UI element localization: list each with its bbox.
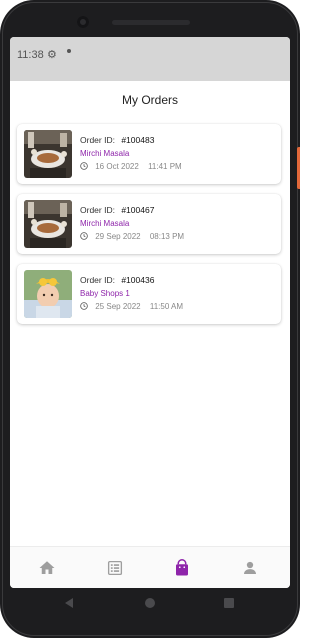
- phone-frame: 11:38 ⚙ My Orders Order ID: #100483 Mirc…: [0, 0, 300, 638]
- clock-icon: [80, 162, 88, 170]
- page-title: My Orders: [121, 93, 178, 107]
- order-card[interactable]: Order ID: #100483 Mirchi Masala 16 Oct 2…: [17, 124, 281, 184]
- shopping-bag-icon[interactable]: [173, 559, 191, 577]
- front-camera: [77, 16, 89, 28]
- profile-icon[interactable]: [241, 559, 259, 577]
- order-time: 11:41 PM: [148, 162, 182, 171]
- power-button: [297, 147, 300, 189]
- recent-apps-icon[interactable]: [223, 596, 235, 614]
- order-id: #100436: [121, 275, 155, 285]
- clock-icon: [80, 302, 88, 310]
- order-id-label: Order ID:: [80, 275, 115, 285]
- home-icon[interactable]: [38, 559, 56, 577]
- bottom-navigation: [10, 546, 290, 588]
- restaurant-name: Baby Shops 1: [80, 289, 130, 298]
- restaurant-name: Mirchi Masala: [80, 149, 130, 158]
- status-bar: 11:38 ⚙: [10, 37, 290, 81]
- back-icon[interactable]: [63, 596, 75, 614]
- system-navigation-bar: [0, 588, 300, 618]
- order-id: #100483: [121, 135, 155, 145]
- status-time: 11:38: [17, 49, 44, 61]
- home-circle-icon[interactable]: [144, 596, 156, 614]
- app-header: My Orders: [10, 81, 290, 119]
- earpiece-speaker: [112, 20, 190, 25]
- order-card[interactable]: Order ID: #100467 Mirchi Masala 29 Sep 2…: [17, 194, 281, 254]
- order-time: 08:13 PM: [149, 232, 185, 241]
- order-time: 11:50 AM: [149, 302, 184, 311]
- clock-icon: [80, 232, 88, 240]
- notification-dot-icon: [67, 49, 71, 53]
- menu-list-icon[interactable]: [106, 559, 124, 577]
- order-id-label: Order ID:: [80, 135, 115, 145]
- order-card[interactable]: Order ID: #100436 Baby Shops 1 25 Sep 20…: [17, 264, 281, 324]
- order-thumbnail-image: [24, 130, 72, 178]
- order-thumbnail-image: [24, 270, 72, 318]
- order-id: #100467: [121, 205, 155, 215]
- order-date: 16 Oct 2022: [95, 162, 139, 171]
- order-date: 29 Sep 2022: [95, 232, 141, 241]
- settings-gear-icon: ⚙: [47, 49, 57, 61]
- order-date: 25 Sep 2022: [95, 302, 141, 311]
- app-screen: 11:38 ⚙ My Orders Order ID: #100483 Mirc…: [10, 37, 290, 588]
- restaurant-name: Mirchi Masala: [80, 219, 130, 228]
- order-thumbnail-image: [24, 200, 72, 248]
- order-id-label: Order ID:: [80, 205, 115, 215]
